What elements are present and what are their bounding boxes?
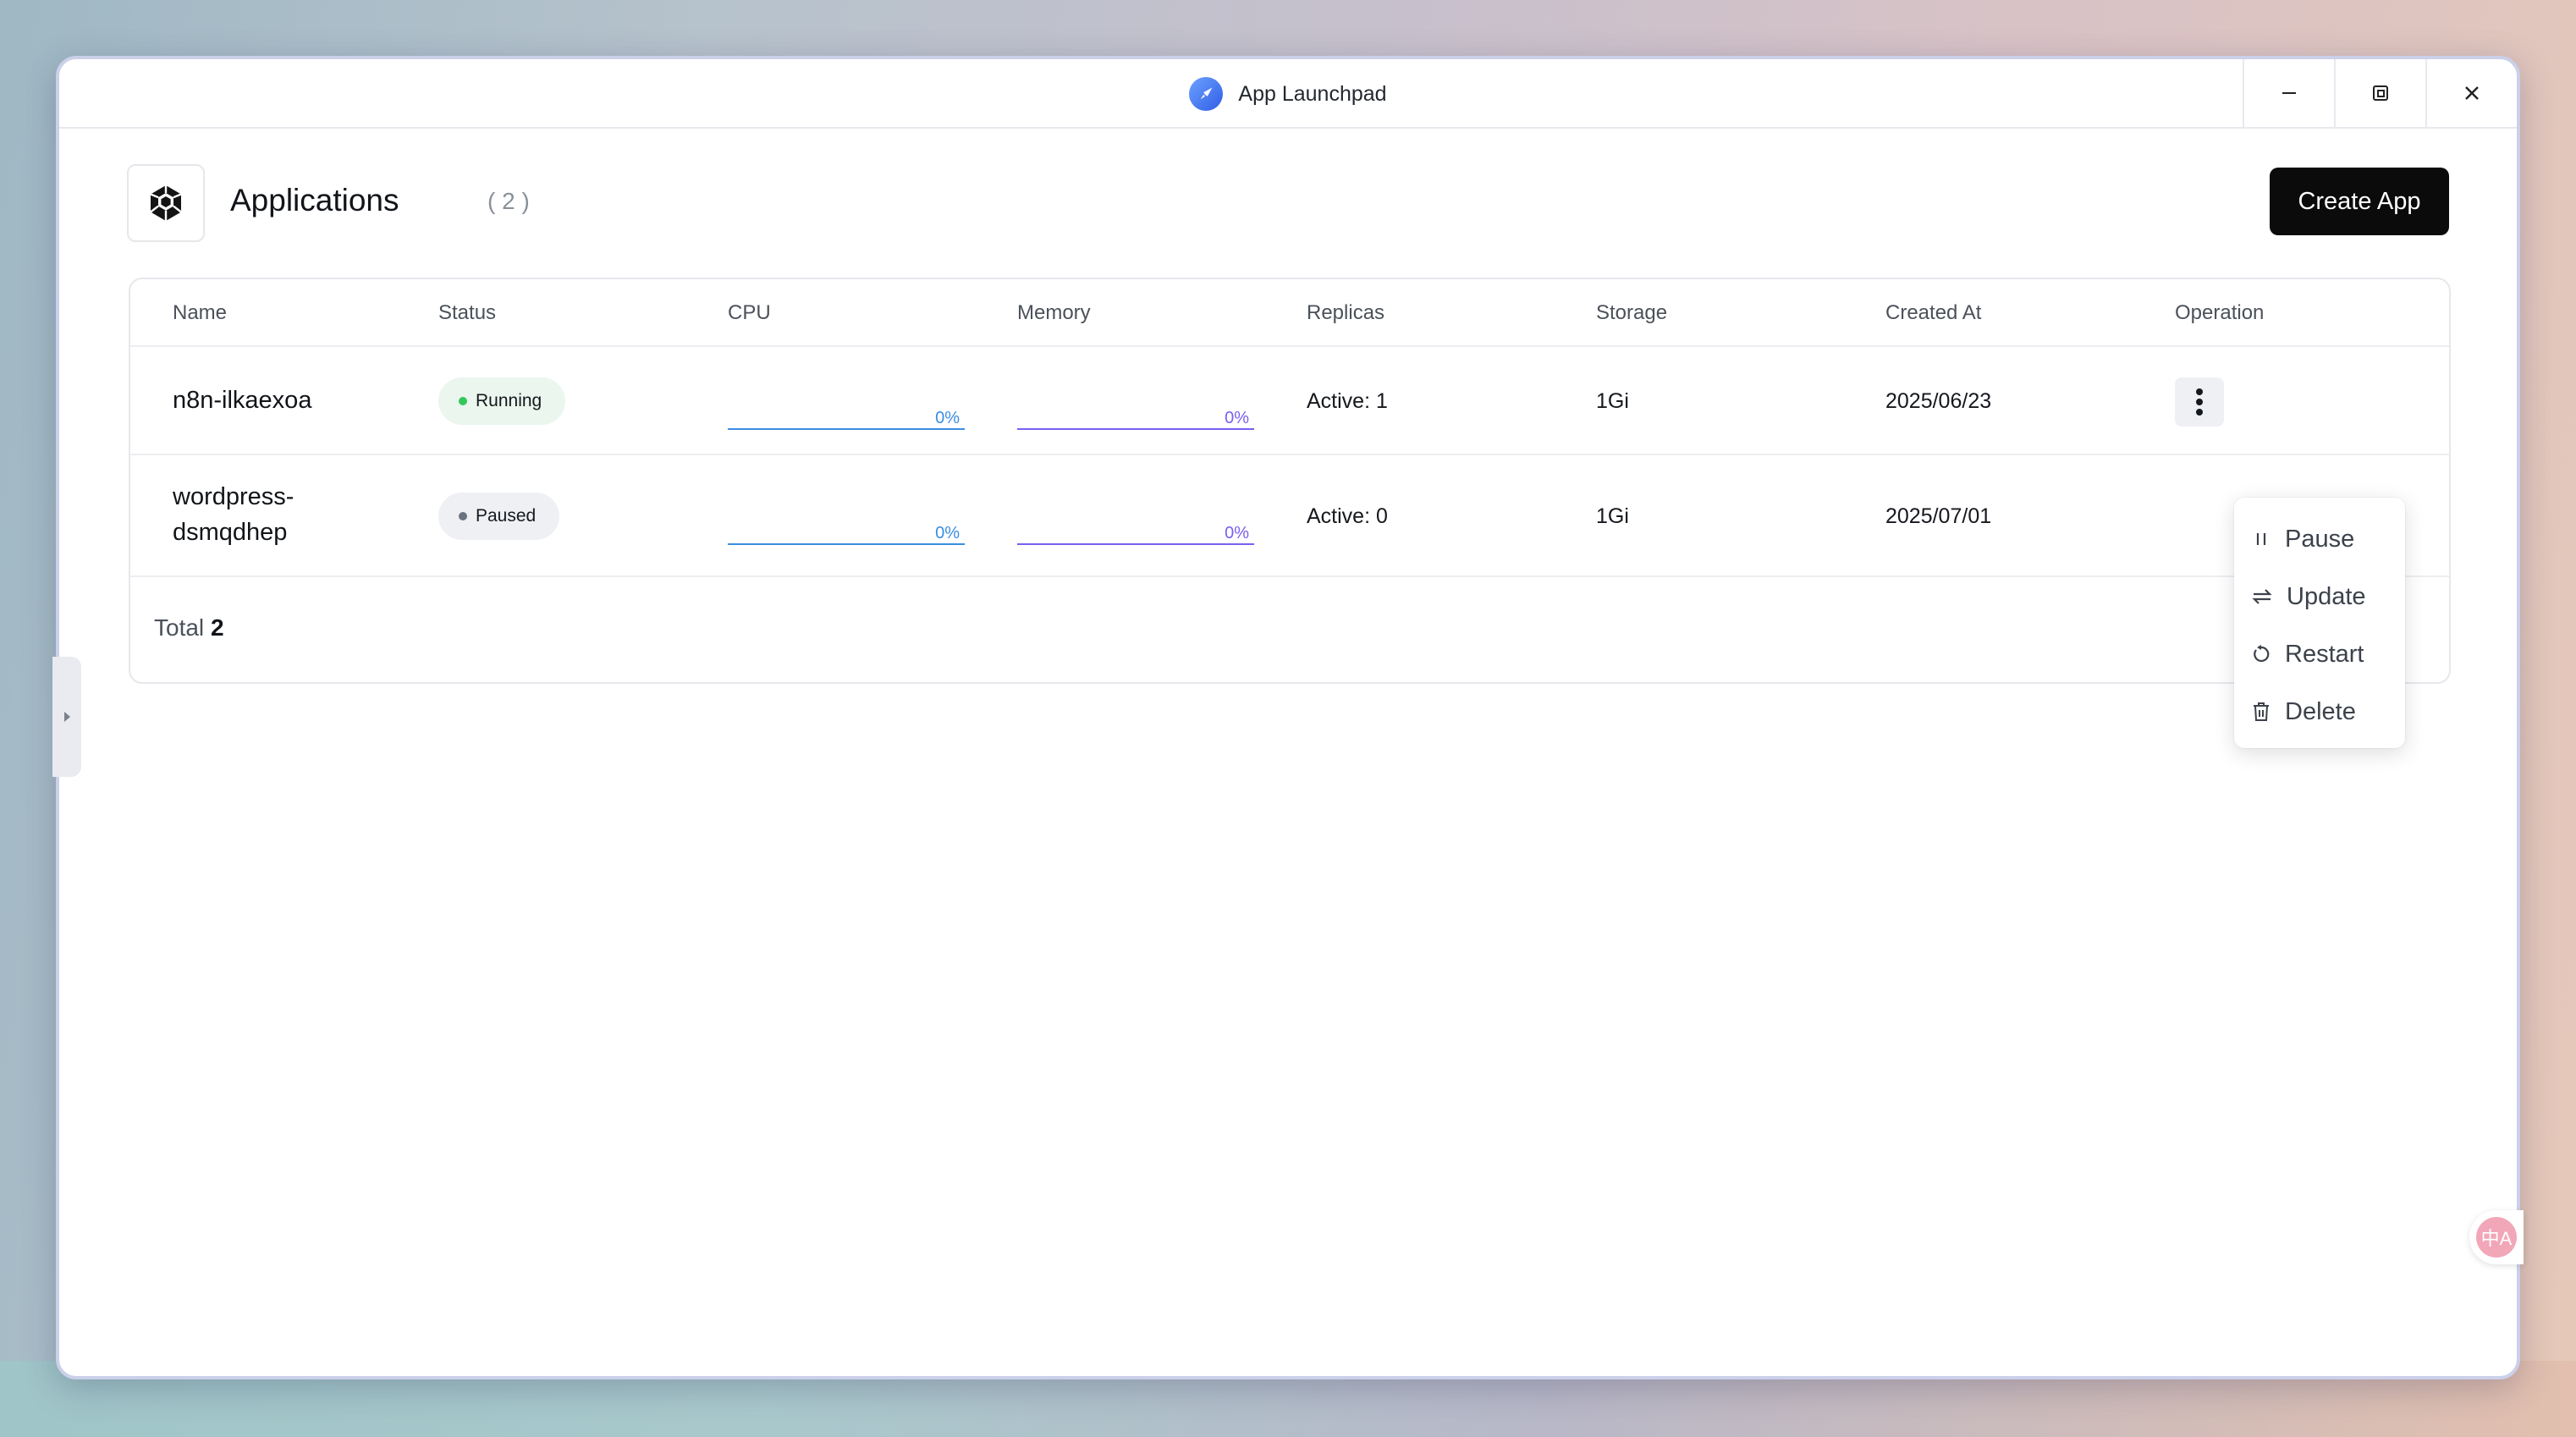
col-storage: Storage xyxy=(1596,301,1668,324)
titlebar: App Launchpad xyxy=(59,59,2517,129)
applications-table: Name Status CPU Memory Replicas Storage … xyxy=(129,278,2451,684)
col-created-at: Created At xyxy=(1885,301,1982,324)
app-name-line1: wordpress- xyxy=(173,483,294,510)
close-icon xyxy=(2465,86,2479,100)
swap-icon xyxy=(2252,589,2272,604)
page-header: Applications ( 2 ) Create App xyxy=(127,164,2449,242)
app-name-line2: dsmqdhep xyxy=(173,519,288,546)
memory-percent: 0% xyxy=(1225,409,1249,427)
total-label: Total xyxy=(154,614,205,641)
minimize-button[interactable] xyxy=(2243,59,2334,127)
col-cpu: CPU xyxy=(728,301,771,324)
memory-line xyxy=(1017,543,1254,545)
sidebar-toggle[interactable] xyxy=(52,657,81,777)
menu-item-update[interactable]: Update xyxy=(2251,575,2366,618)
operation-dropdown: Pause Update Restart Delete xyxy=(2234,498,2405,748)
window-title-group: App Launchpad xyxy=(59,59,2517,129)
caret-right-icon xyxy=(64,712,70,722)
window-title: App Launchpad xyxy=(1238,81,1387,106)
status-label: Running xyxy=(476,391,542,410)
replicas: Active: 1 xyxy=(1307,389,1388,413)
create-app-button[interactable]: Create App xyxy=(2270,168,2449,235)
table-total: Total 2 xyxy=(154,614,224,641)
cpu-percent: 0% xyxy=(935,524,960,542)
col-name: Name xyxy=(173,301,228,324)
storage: 1Gi xyxy=(1596,504,1629,528)
app-name[interactable]: n8n-ilkaexoa xyxy=(173,383,311,418)
replicas: Active: 0 xyxy=(1307,504,1388,528)
hexagon-cube-icon xyxy=(150,185,182,221)
close-button[interactable] xyxy=(2425,59,2517,127)
table-row[interactable]: n8n-ilkaexoa Running 0% 0% Active: 1 1Gi… xyxy=(130,347,2449,455)
menu-item-restart[interactable]: Restart xyxy=(2251,633,2364,675)
window-controls xyxy=(2243,59,2517,127)
created-at: 2025/07/01 xyxy=(1885,504,1992,528)
app-name-line1: n8n-ilkaexoa xyxy=(173,387,312,414)
translate-icon: 中A xyxy=(2476,1217,2517,1258)
status-badge: Paused xyxy=(438,493,560,540)
minimize-icon xyxy=(2282,92,2296,94)
total-value: 2 xyxy=(210,614,224,641)
menu-label: Update xyxy=(2287,582,2366,610)
status-badge: Running xyxy=(438,377,566,425)
applications-logo xyxy=(127,164,205,242)
cpu-meter: 0% xyxy=(728,511,965,545)
table-row[interactable]: wordpress- dsmqdhep Paused 0% 0% Active:… xyxy=(130,455,2449,577)
restart-icon xyxy=(2254,645,2270,663)
more-vertical-icon xyxy=(2196,388,2203,416)
app-window: App Launchpad Applications ( 2 ) Create … xyxy=(56,56,2520,1379)
menu-item-pause[interactable]: Pause xyxy=(2251,518,2354,560)
trash-icon xyxy=(2254,702,2269,721)
page-title: Applications xyxy=(230,183,399,217)
created-at: 2025/06/23 xyxy=(1885,389,1992,413)
cpu-meter: 0% xyxy=(728,396,965,430)
col-replicas: Replicas xyxy=(1307,301,1385,324)
memory-meter: 0% xyxy=(1017,396,1254,430)
rocket-icon xyxy=(1189,77,1224,111)
storage: 1Gi xyxy=(1596,389,1629,413)
col-status: Status xyxy=(438,301,497,324)
cpu-line xyxy=(728,428,965,430)
pause-icon xyxy=(2256,533,2266,545)
cpu-line xyxy=(728,543,965,545)
status-dot xyxy=(459,397,467,405)
operation-menu-button[interactable] xyxy=(2175,377,2224,427)
memory-percent: 0% xyxy=(1225,524,1249,542)
status-label: Paused xyxy=(476,506,537,526)
menu-label: Restart xyxy=(2285,640,2364,668)
menu-label: Delete xyxy=(2285,697,2356,725)
cpu-percent: 0% xyxy=(935,409,960,427)
menu-label: Pause xyxy=(2285,525,2355,553)
col-memory: Memory xyxy=(1017,301,1091,324)
menu-item-delete[interactable]: Delete xyxy=(2251,691,2356,733)
app-count: ( 2 ) xyxy=(487,188,530,214)
translate-button[interactable]: 中A xyxy=(2469,1210,2524,1264)
restore-icon xyxy=(2373,85,2388,101)
memory-meter: 0% xyxy=(1017,511,1254,545)
status-dot xyxy=(459,512,467,520)
memory-line xyxy=(1017,428,1254,430)
col-operation: Operation xyxy=(2175,301,2265,324)
app-name[interactable]: wordpress- dsmqdhep xyxy=(173,479,294,550)
table-header: Name Status CPU Memory Replicas Storage … xyxy=(130,279,2449,347)
maximize-button[interactable] xyxy=(2334,59,2425,127)
